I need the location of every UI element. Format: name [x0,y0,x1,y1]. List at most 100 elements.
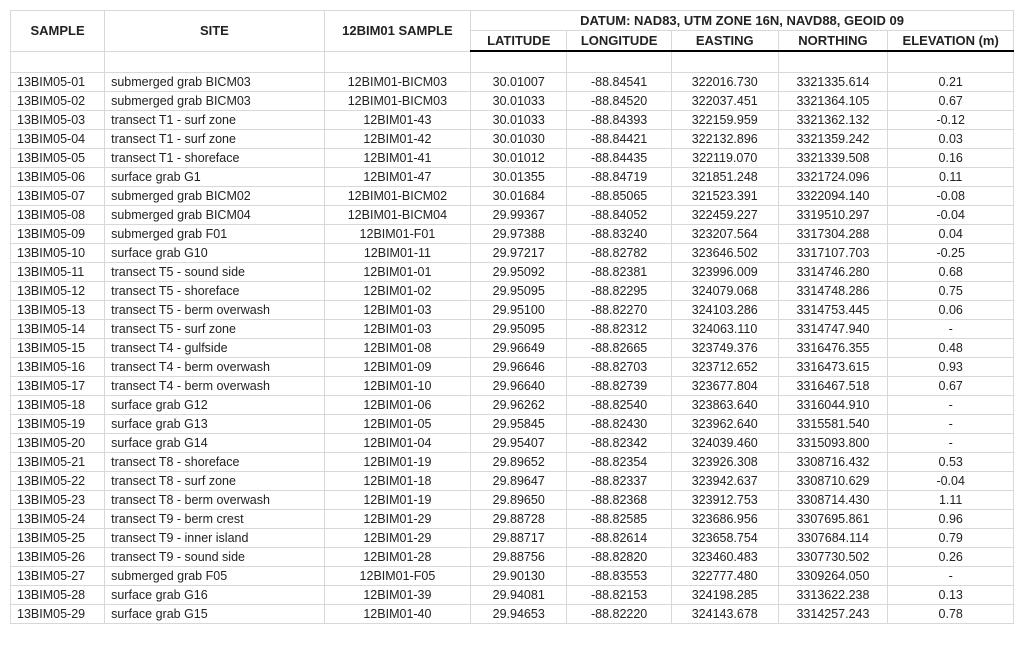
cell-sample: 13BIM05-14 [11,320,105,339]
cell-north: 3314747.940 [778,320,888,339]
table-row: 13BIM05-26transect T9 - sound side12BIM0… [11,548,1014,567]
cell-bim: 12BIM01-43 [324,111,470,130]
cell-east: 323996.009 [671,263,778,282]
cell-bim: 12BIM01-03 [324,301,470,320]
cell-lat: 29.90130 [471,567,567,586]
table-row: 13BIM05-13transect T5 - berm overwash12B… [11,301,1014,320]
cell-sample: 13BIM05-22 [11,472,105,491]
cell-elev: 0.04 [888,225,1014,244]
cell-lat: 30.01355 [471,168,567,187]
cell-elev: 0.68 [888,263,1014,282]
cell-sample: 13BIM05-10 [11,244,105,263]
cell-east: 324039.460 [671,434,778,453]
cell-north: 3309264.050 [778,567,888,586]
cell-lon: -88.84421 [567,130,672,149]
cell-sample: 13BIM05-26 [11,548,105,567]
col-bim: 12BIM01 SAMPLE [324,11,470,52]
cell-lat: 29.95095 [471,320,567,339]
cell-elev: 0.93 [888,358,1014,377]
cell-site: surface grab G16 [105,586,325,605]
col-elev: ELEVATION (m) [888,31,1014,52]
cell-bim: 12BIM01-29 [324,510,470,529]
cell-elev: 0.03 [888,130,1014,149]
cell-site: submerged grab BICM04 [105,206,325,225]
cell-east: 323863.640 [671,396,778,415]
table-row: 13BIM05-16transect T4 - berm overwash12B… [11,358,1014,377]
cell-lat: 29.96640 [471,377,567,396]
table-row: 13BIM05-17transect T4 - berm overwash12B… [11,377,1014,396]
cell-bim: 12BIM01-08 [324,339,470,358]
cell-elev: 0.26 [888,548,1014,567]
cell-sample: 13BIM05-02 [11,92,105,111]
cell-north: 3321339.508 [778,149,888,168]
table-row: 13BIM05-03transect T1 - surf zone12BIM01… [11,111,1014,130]
cell-site: transect T5 - berm overwash [105,301,325,320]
spacer-row [11,51,1014,73]
cell-sample: 13BIM05-23 [11,491,105,510]
cell-lat: 30.01012 [471,149,567,168]
cell-elev: 0.67 [888,92,1014,111]
cell-elev: - [888,434,1014,453]
cell-lon: -88.82782 [567,244,672,263]
cell-elev: 0.21 [888,73,1014,92]
table-row: 13BIM05-23transect T8 - berm overwash12B… [11,491,1014,510]
cell-north: 3321335.614 [778,73,888,92]
cell-north: 3321359.242 [778,130,888,149]
cell-lon: -88.84052 [567,206,672,225]
cell-site: transect T8 - shoreface [105,453,325,472]
cell-north: 3307695.861 [778,510,888,529]
cell-site: transect T1 - surf zone [105,111,325,130]
cell-bim: 12BIM01-BICM02 [324,187,470,206]
cell-lon: -88.84520 [567,92,672,111]
cell-elev: 0.11 [888,168,1014,187]
cell-north: 3314753.445 [778,301,888,320]
col-lat: LATITUDE [471,31,567,52]
col-lon: LONGITUDE [567,31,672,52]
cell-north: 3314257.243 [778,605,888,624]
cell-lat: 29.94653 [471,605,567,624]
cell-site: submerged grab BICM02 [105,187,325,206]
cell-lat: 29.99367 [471,206,567,225]
table-body: 13BIM05-01submerged grab BICM0312BIM01-B… [11,51,1014,624]
cell-site: transect T4 - berm overwash [105,377,325,396]
table-row: 13BIM05-02submerged grab BICM0312BIM01-B… [11,92,1014,111]
cell-elev: -0.04 [888,472,1014,491]
cell-east: 323646.502 [671,244,778,263]
cell-east: 324143.678 [671,605,778,624]
table-row: 13BIM05-15transect T4 - gulfside12BIM01-… [11,339,1014,358]
col-east: EASTING [671,31,778,52]
cell-lon: -88.82703 [567,358,672,377]
table-row: 13BIM05-05transect T1 - shoreface12BIM01… [11,149,1014,168]
cell-lat: 30.01033 [471,92,567,111]
cell-east: 323942.637 [671,472,778,491]
cell-site: surface grab G14 [105,434,325,453]
cell-sample: 13BIM05-13 [11,301,105,320]
cell-sample: 13BIM05-17 [11,377,105,396]
cell-site: surface grab G15 [105,605,325,624]
cell-sample: 13BIM05-15 [11,339,105,358]
cell-lat: 29.96646 [471,358,567,377]
cell-lon: -88.82585 [567,510,672,529]
cell-site: transect T1 - surf zone [105,130,325,149]
table-row: 13BIM05-24transect T9 - berm crest12BIM0… [11,510,1014,529]
cell-sample: 13BIM05-12 [11,282,105,301]
cell-lat: 29.89647 [471,472,567,491]
cell-site: transect T1 - shoreface [105,149,325,168]
table-header: SAMPLE SITE 12BIM01 SAMPLE DATUM: NAD83,… [11,11,1014,52]
cell-elev: 0.53 [888,453,1014,472]
cell-lon: -88.82614 [567,529,672,548]
cell-site: submerged grab BICM03 [105,73,325,92]
cell-site: surface grab G13 [105,415,325,434]
cell-lon: -88.82337 [567,472,672,491]
cell-bim: 12BIM01-02 [324,282,470,301]
table-row: 13BIM05-29surface grab G1512BIM01-4029.9… [11,605,1014,624]
cell-lat: 29.88717 [471,529,567,548]
cell-sample: 13BIM05-18 [11,396,105,415]
cell-bim: 12BIM01-19 [324,453,470,472]
cell-east: 322037.451 [671,92,778,111]
cell-north: 3315093.800 [778,434,888,453]
cell-east: 322459.227 [671,206,778,225]
cell-east: 323926.308 [671,453,778,472]
cell-lon: -88.82430 [567,415,672,434]
cell-site: transect T9 - berm crest [105,510,325,529]
